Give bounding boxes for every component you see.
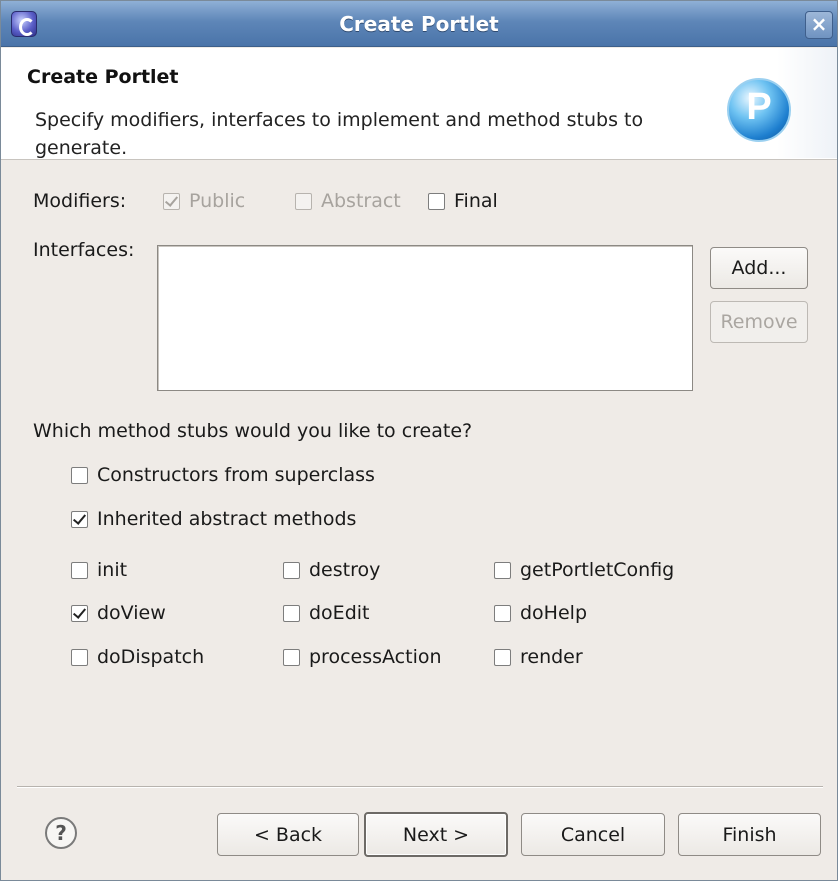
checkbox-box <box>494 648 511 666</box>
interfaces-list[interactable] <box>157 245 693 391</box>
portlet-p-icon <box>727 78 791 142</box>
abstract-checkbox[interactable]: Abstract <box>295 190 401 212</box>
checkbox-label: processAction <box>309 646 442 668</box>
inherited-abstract-checkbox[interactable]: Inherited abstract methods <box>71 508 356 530</box>
help-icon[interactable]: ? <box>45 817 77 849</box>
dohelp-checkbox[interactable]: doHelp <box>494 602 587 624</box>
dodispatch-checkbox[interactable]: doDispatch <box>71 646 204 668</box>
checkbox-box <box>163 192 180 210</box>
destroy-checkbox[interactable]: destroy <box>283 559 380 581</box>
checkbox-label: doDispatch <box>97 646 205 668</box>
footer-separator <box>17 786 823 788</box>
checkbox-label: doEdit <box>309 602 370 624</box>
checkbox-label: Final <box>454 190 498 212</box>
constructors-checkbox[interactable]: Constructors from superclass <box>71 464 375 486</box>
checkbox-label: render <box>520 646 583 668</box>
doview-checkbox[interactable]: doView <box>71 602 166 624</box>
checkbox-box <box>283 561 300 579</box>
checkbox-label: Abstract <box>321 190 401 212</box>
wizard-banner: Create Portlet Specify modifiers, interf… <box>1 48 837 160</box>
checkbox-box <box>295 192 312 210</box>
checkbox-box <box>71 604 88 622</box>
checkbox-label: getPortletConfig <box>520 559 675 581</box>
window-title: Create Portlet <box>339 12 499 36</box>
checkbox-box <box>283 648 300 666</box>
checkbox-label: destroy <box>309 559 381 581</box>
checkbox-box <box>71 648 88 666</box>
checkbox-label: doView <box>97 602 166 624</box>
create-portlet-dialog: Create Portlet × Create Portlet Specify … <box>0 0 838 881</box>
checkbox-label: init <box>97 559 128 581</box>
getportletconfig-checkbox[interactable]: getPortletConfig <box>494 559 674 581</box>
checkbox-label: Inherited abstract methods <box>97 508 357 530</box>
final-checkbox[interactable]: Final <box>428 190 498 212</box>
init-checkbox[interactable]: init <box>71 559 127 581</box>
page-description: Specify modifiers, interfaces to impleme… <box>35 109 644 159</box>
next-button[interactable]: Next > <box>364 812 508 857</box>
checkbox-box <box>283 604 300 622</box>
modifiers-label: Modifiers: <box>33 190 127 212</box>
back-button[interactable]: < Back <box>217 813 359 856</box>
stubs-question: Which method stubs would you like to cre… <box>33 420 473 442</box>
checkbox-label: Public <box>189 190 246 212</box>
checkbox-box <box>71 466 88 484</box>
checkbox-box <box>494 561 511 579</box>
checkbox-box <box>71 561 88 579</box>
remove-interface-button[interactable]: Remove <box>710 301 808 343</box>
cancel-button[interactable]: Cancel <box>521 813 665 856</box>
processaction-checkbox[interactable]: processAction <box>283 646 442 668</box>
public-checkbox[interactable]: Public <box>163 190 245 212</box>
doedit-checkbox[interactable]: doEdit <box>283 602 369 624</box>
checkbox-box <box>494 604 511 622</box>
checkbox-box <box>71 510 88 528</box>
finish-button[interactable]: Finish <box>678 813 821 856</box>
checkbox-label: doHelp <box>520 602 588 624</box>
page-title: Create Portlet <box>27 66 179 88</box>
add-interface-button[interactable]: Add... <box>710 247 808 289</box>
checkbox-box <box>428 192 445 210</box>
interfaces-label: Interfaces: <box>33 239 135 261</box>
render-checkbox[interactable]: render <box>494 646 583 668</box>
close-button[interactable]: × <box>805 11 833 39</box>
checkbox-label: Constructors from superclass <box>97 464 375 486</box>
title-bar[interactable]: Create Portlet × <box>1 1 837 47</box>
